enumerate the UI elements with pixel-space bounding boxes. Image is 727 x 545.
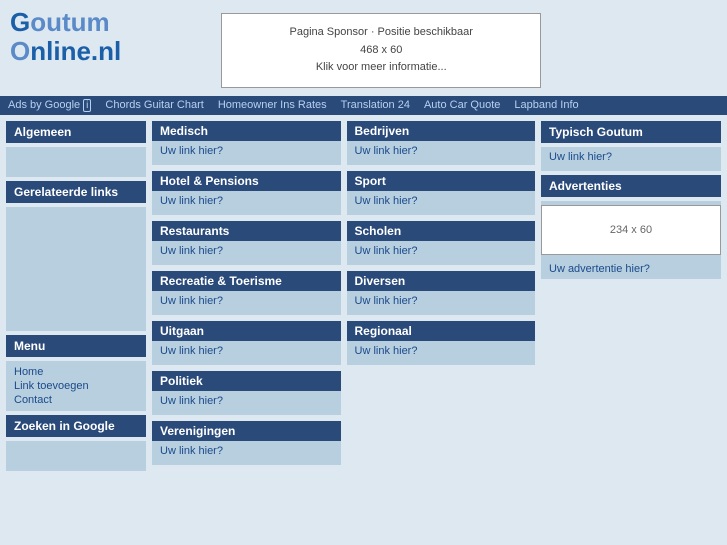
cat-verenigingen-header: Verenigingen xyxy=(152,421,341,441)
typisch-goutum-body: Uw link hier? xyxy=(541,147,721,171)
menu-home-link[interactable]: Home xyxy=(14,365,138,379)
sidebar-menu-title: Menu xyxy=(6,335,146,357)
cat-recreatie-header: Recreatie & Toerisme xyxy=(152,271,341,291)
cat-regionaal-link[interactable]: Uw link hier? xyxy=(355,345,418,357)
cat-row-2: Hotel & Pensions Uw link hier? Sport Uw … xyxy=(152,171,535,221)
sidebar-google-body xyxy=(6,441,146,471)
sidebar-algemeen-body xyxy=(6,147,146,177)
cat-scholen-body: Uw link hier? xyxy=(347,241,536,265)
cat-politiek-link[interactable]: Uw link hier? xyxy=(160,395,223,407)
cat-verenigingen-body: Uw link hier? xyxy=(152,441,341,465)
logo: Goutum Online.nl xyxy=(10,8,121,65)
ads-icon: i xyxy=(83,99,91,112)
logo-line2: Online.nl xyxy=(10,37,121,66)
cat-sport-link[interactable]: Uw link hier? xyxy=(355,195,418,207)
sidebar-google-title: Zoeken in Google xyxy=(6,415,146,437)
cat-politiek-header: Politiek xyxy=(152,371,341,391)
ad-size: 234 x 60 xyxy=(610,224,652,236)
cat-uitgaan-link[interactable]: Uw link hier? xyxy=(160,345,223,357)
cat-diversen-header: Diversen xyxy=(347,271,536,291)
sidebar-algemeen-title: Algemeen xyxy=(6,121,146,143)
cat-medisch-link[interactable]: Uw link hier? xyxy=(160,145,223,157)
cat-bedrijven-link[interactable]: Uw link hier? xyxy=(355,145,418,157)
cat-row-6: Politiek Uw link hier? xyxy=(152,371,535,421)
cat-verenigingen: Verenigingen Uw link hier? xyxy=(152,421,341,465)
sponsor-line2: 468 x 60 xyxy=(242,42,520,60)
cat-recreatie-body: Uw link hier? xyxy=(152,291,341,315)
cat-uitgaan-header: Uitgaan xyxy=(152,321,341,341)
sponsor-line1: Pagina Sponsor · Positie beschikbaar xyxy=(242,24,520,42)
cat-restaurants-link[interactable]: Uw link hier? xyxy=(160,245,223,257)
ads-by-google: Ads by Google i xyxy=(8,99,91,112)
cat-politiek: Politiek Uw link hier? xyxy=(152,371,341,415)
sidebar-gerelateerde-body xyxy=(6,207,146,331)
cat-scholen: Scholen Uw link hier? xyxy=(347,221,536,265)
cat-row-4: Recreatie & Toerisme Uw link hier? Diver… xyxy=(152,271,535,321)
advertenties-body: 234 x 60 Uw advertentie hier? xyxy=(541,201,721,279)
cat-hotel-header: Hotel & Pensions xyxy=(152,171,341,191)
typisch-goutum-link[interactable]: Uw link hier? xyxy=(549,151,612,163)
cat-recreatie: Recreatie & Toerisme Uw link hier? xyxy=(152,271,341,315)
sidebar-gerelateerde-title: Gerelateerde links xyxy=(6,181,146,203)
cat-uitgaan: Uitgaan Uw link hier? xyxy=(152,321,341,365)
advertentie-link[interactable]: Uw advertentie hier? xyxy=(549,263,650,275)
cat-bedrijven: Bedrijven Uw link hier? xyxy=(347,121,536,165)
cat-regionaal: Regionaal Uw link hier? xyxy=(347,321,536,365)
cat-medisch-header: Medisch xyxy=(152,121,341,141)
cat-scholen-header: Scholen xyxy=(347,221,536,241)
menu-contact-link[interactable]: Contact xyxy=(14,393,138,407)
sidebar-menu-body: Home Link toevoegen Contact xyxy=(6,361,146,411)
cat-scholen-link[interactable]: Uw link hier? xyxy=(355,245,418,257)
adbar-link-2[interactable]: Homeowner Ins Rates xyxy=(218,99,327,111)
cat-sport: Sport Uw link hier? xyxy=(347,171,536,215)
right-sidebar: Typisch Goutum Uw link hier? Advertentie… xyxy=(541,121,721,471)
cat-row-3: Restaurants Uw link hier? Scholen Uw lin… xyxy=(152,221,535,271)
logo-line1: Goutum xyxy=(10,8,121,37)
cat-diversen-link[interactable]: Uw link hier? xyxy=(355,295,418,307)
left-sidebar: Algemeen Gerelateerde links Menu Home Li… xyxy=(6,121,146,471)
cat-medisch-body: Uw link hier? xyxy=(152,141,341,165)
cat-recreatie-link[interactable]: Uw link hier? xyxy=(160,295,223,307)
cat-hotel: Hotel & Pensions Uw link hier? xyxy=(152,171,341,215)
cat-sport-body: Uw link hier? xyxy=(347,191,536,215)
cat-bedrijven-body: Uw link hier? xyxy=(347,141,536,165)
cat-medisch: Medisch Uw link hier? xyxy=(152,121,341,165)
cat-hotel-body: Uw link hier? xyxy=(152,191,341,215)
cat-row-1: Medisch Uw link hier? Bedrijven Uw link … xyxy=(152,121,535,171)
adbar-link-3[interactable]: Translation 24 xyxy=(341,99,410,111)
adbar-link-4[interactable]: Auto Car Quote xyxy=(424,99,500,111)
cat-sport-header: Sport xyxy=(347,171,536,191)
main-layout: Algemeen Gerelateerde links Menu Home Li… xyxy=(0,115,727,477)
adbar-link-1[interactable]: Chords Guitar Chart xyxy=(105,99,203,111)
cat-bedrijven-header: Bedrijven xyxy=(347,121,536,141)
cat-regionaal-header: Regionaal xyxy=(347,321,536,341)
cat-politiek-body: Uw link hier? xyxy=(152,391,341,415)
cat-restaurants-header: Restaurants xyxy=(152,221,341,241)
typisch-goutum-title: Typisch Goutum xyxy=(541,121,721,143)
cat-diversen-body: Uw link hier? xyxy=(347,291,536,315)
adbar-link-5[interactable]: Lapband Info xyxy=(514,99,578,111)
advertenties-title: Advertenties xyxy=(541,175,721,197)
cat-restaurants-body: Uw link hier? xyxy=(152,241,341,265)
header: Goutum Online.nl Pagina Sponsor · Positi… xyxy=(0,0,727,96)
adbar: Ads by Google i Chords Guitar Chart Home… xyxy=(0,96,727,115)
cat-regionaal-body: Uw link hier? xyxy=(347,341,536,365)
cat-verenigingen-link[interactable]: Uw link hier? xyxy=(160,445,223,457)
ad-placeholder: 234 x 60 xyxy=(541,205,721,255)
cat-row-5: Uitgaan Uw link hier? Regionaal Uw link … xyxy=(152,321,535,371)
cat-diversen: Diversen Uw link hier? xyxy=(347,271,536,315)
cat-hotel-link[interactable]: Uw link hier? xyxy=(160,195,223,207)
menu-add-link[interactable]: Link toevoegen xyxy=(14,379,138,393)
sponsor-line3: Klik voor meer informatie... xyxy=(242,59,520,77)
center-content: Medisch Uw link hier? Bedrijven Uw link … xyxy=(152,121,535,471)
cat-restaurants: Restaurants Uw link hier? xyxy=(152,221,341,265)
ads-label: Ads by Google xyxy=(8,99,80,111)
cat-uitgaan-body: Uw link hier? xyxy=(152,341,341,365)
cat-row-7: Verenigingen Uw link hier? xyxy=(152,421,535,471)
sponsor-box[interactable]: Pagina Sponsor · Positie beschikbaar 468… xyxy=(221,13,541,88)
